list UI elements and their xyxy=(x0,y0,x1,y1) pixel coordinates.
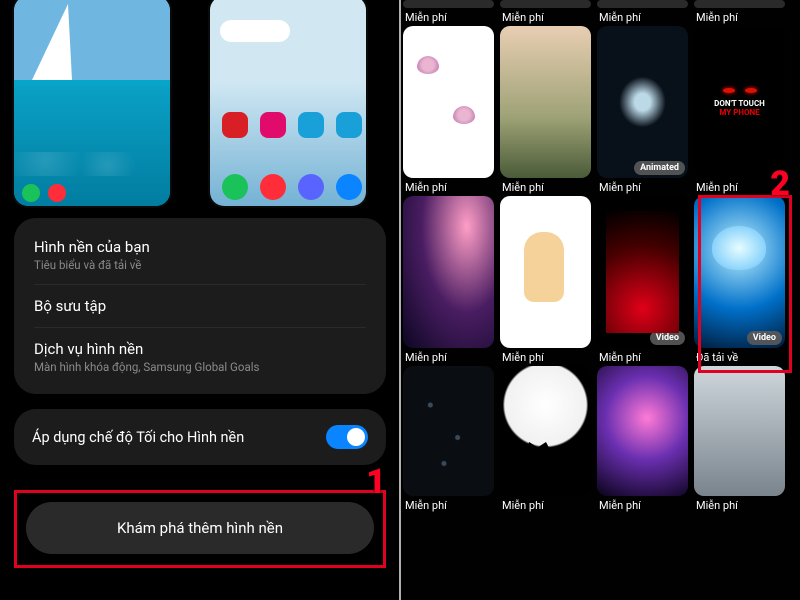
wallpaper-thumb-nebula xyxy=(597,366,688,496)
wallpaper-thumb xyxy=(403,0,494,8)
wallpaper-caption: Miễn phí xyxy=(403,351,494,364)
lockscreen-preview[interactable] xyxy=(14,0,170,206)
wallpaper-thumb-red: Video xyxy=(597,196,688,348)
sailboat-icon xyxy=(32,4,72,84)
option-title: Hình nền của bạn xyxy=(34,238,366,256)
wallpaper-caption: Miễn phí xyxy=(500,181,591,194)
wallpaper-thumb-rain xyxy=(403,366,494,496)
wallpaper-thumb-grey xyxy=(694,366,785,496)
wallpaper-cell-jellyfish[interactable]: Video Đã tải về xyxy=(691,196,788,366)
wallpaper-cell[interactable]: Miễn phí xyxy=(400,26,497,196)
browser-icon xyxy=(298,174,324,200)
dont-touch-line1: DON'T TOUCH xyxy=(714,99,765,108)
wallpaper-source-list: Hình nền của bạn Tiêu biểu và đã tải về … xyxy=(14,218,386,394)
wallpaper-caption: Miễn phí xyxy=(694,499,785,512)
wallpaper-thumb-dont-touch: DON'T TOUCH MY PHONE xyxy=(694,26,785,178)
wallpaper-cell[interactable]: Miễn phí xyxy=(497,26,594,196)
wallpaper-caption: Miễn phí xyxy=(403,11,494,24)
dark-mode-row: Áp dụng chế độ Tối cho Hình nền xyxy=(14,409,386,465)
video-badge: Video xyxy=(747,331,782,345)
option-title: Bộ sưu tập xyxy=(34,297,366,315)
wallpaper-caption: Miễn phí xyxy=(403,499,494,512)
wallpaper-caption: Miễn phí xyxy=(500,351,591,364)
option-services[interactable]: Dịch vụ hình nền Màn hình khóa động, Sam… xyxy=(34,328,366,386)
animated-badge: Animated xyxy=(634,161,685,175)
option-title: Dịch vụ hình nền xyxy=(34,340,366,358)
wallpaper-cell[interactable]: Miễn phí xyxy=(594,366,691,514)
eyes-icon xyxy=(723,88,757,93)
wallpaper-thumb xyxy=(694,0,785,8)
wallpaper-previews xyxy=(14,0,366,206)
pane-divider xyxy=(399,0,401,600)
app-icon xyxy=(222,112,248,138)
video-badge: Video xyxy=(650,331,685,345)
option-subtitle: Tiêu biểu và đã tải về xyxy=(34,258,366,272)
wallpaper-caption: Miễn phí xyxy=(694,11,785,24)
messages-icon xyxy=(336,174,362,200)
wallpaper-caption: Miễn phí xyxy=(597,11,688,24)
wallpaper-caption: Miễn phí xyxy=(500,499,591,512)
option-gallery[interactable]: Bộ sưu tập xyxy=(34,285,366,328)
wallpaper-cell[interactable]: Video Miễn phí xyxy=(594,196,691,366)
app-icon xyxy=(336,112,362,138)
wallpaper-thumb-jellyfish: Video xyxy=(694,196,785,348)
wallpaper-caption: Miễn phí xyxy=(500,11,591,24)
wallpaper-thumb xyxy=(597,0,688,8)
wallpaper-cell[interactable]: Miễn phí xyxy=(497,196,594,366)
wallpaper-caption: Đã tải về xyxy=(694,351,785,364)
wallpaper-thumb-wolf xyxy=(500,366,591,496)
step-number-1: 1 xyxy=(366,462,386,502)
home-apps-row xyxy=(222,112,362,138)
wallpaper-cell[interactable]: Miễn phí xyxy=(594,0,691,26)
explore-more-label: Khám phá thêm hình nền xyxy=(117,519,283,537)
wallpaper-cell[interactable]: Miễn phí xyxy=(691,366,788,514)
wallpaper-thumb-landscape xyxy=(500,26,591,178)
wallpaper-thumb-galaxy xyxy=(403,196,494,348)
wallpaper-caption: Miễn phí xyxy=(597,499,688,512)
app-icon xyxy=(298,112,324,138)
wallpaper-caption: Miễn phí xyxy=(597,351,688,364)
wallpaper-cell[interactable]: Animated Miễn phí xyxy=(594,26,691,196)
wallpaper-cell[interactable]: Miễn phí xyxy=(497,366,594,514)
wave-icon xyxy=(14,152,170,176)
lock-dock xyxy=(22,184,66,202)
wallpaper-cell[interactable]: Miễn phí xyxy=(691,0,788,26)
dark-mode-toggle[interactable] xyxy=(326,425,368,449)
wallpaper-caption: Miễn phí xyxy=(403,181,494,194)
dark-mode-label: Áp dụng chế độ Tối cho Hình nền xyxy=(32,429,244,446)
wallpaper-cell[interactable]: Miễn phí xyxy=(400,0,497,26)
option-your-wallpapers[interactable]: Hình nền của bạn Tiêu biểu và đã tải về xyxy=(34,226,366,285)
wallpaper-cell[interactable]: Miễn phí xyxy=(400,366,497,514)
wallpaper-thumb xyxy=(500,0,591,8)
home-dock xyxy=(222,174,362,200)
explore-more-button[interactable]: Khám phá thêm hình nền xyxy=(26,502,374,554)
camera-icon xyxy=(260,174,286,200)
settings-pane: Hình nền của bạn Tiêu biểu và đã tải về … xyxy=(0,0,400,600)
wallpaper-caption: Miễn phí xyxy=(597,181,688,194)
cloud-icon xyxy=(220,20,290,42)
phone-icon xyxy=(222,174,248,200)
wallpaper-thumb-cartoon xyxy=(500,196,591,348)
app-icon xyxy=(260,112,286,138)
wallpaper-cell[interactable]: Miễn phí xyxy=(400,196,497,366)
wallpaper-thumb-butterfly xyxy=(403,26,494,178)
step-number-2: 2 xyxy=(770,164,790,204)
wallpaper-grid[interactable]: Miễn phí Miễn phí Miễn phí Miễn phí Miễn… xyxy=(400,0,800,600)
wallpaper-thumb-animated: Animated xyxy=(597,26,688,178)
wallpaper-cell[interactable]: Miễn phí xyxy=(497,0,594,26)
camera-icon xyxy=(48,184,66,202)
wallpaper-grid-pane: Miễn phí Miễn phí Miễn phí Miễn phí Miễn… xyxy=(400,0,800,600)
homescreen-preview[interactable] xyxy=(210,0,366,206)
dont-touch-line2: MY PHONE xyxy=(719,108,759,117)
phone-icon xyxy=(22,184,40,202)
option-subtitle: Màn hình khóa động, Samsung Global Goals xyxy=(34,360,366,374)
